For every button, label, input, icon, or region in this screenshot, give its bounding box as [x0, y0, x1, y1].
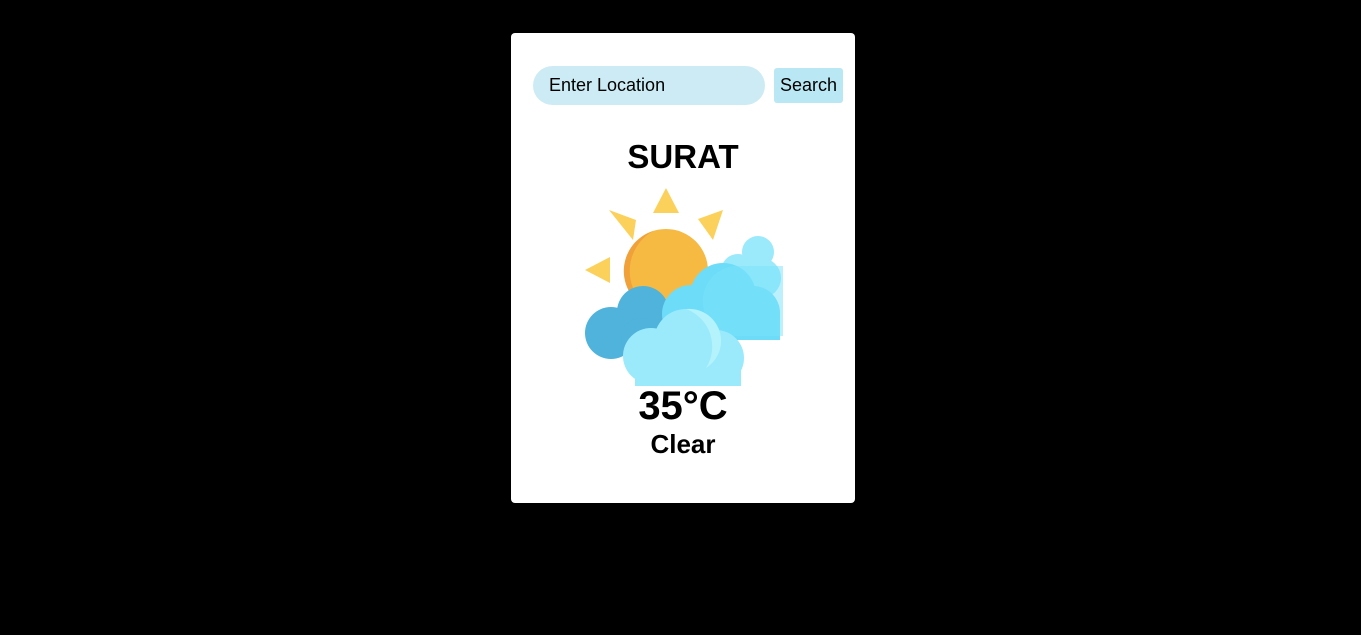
temperature: 35°C	[638, 384, 728, 428]
city-name: SURAT	[627, 138, 739, 175]
weather-card: Search SURAT 35°C Clear	[511, 33, 855, 503]
search-button[interactable]: Search	[774, 68, 843, 103]
weather-condition: Clear	[650, 429, 716, 459]
partly-cloudy-icon	[585, 188, 783, 386]
location-search-input[interactable]	[533, 66, 765, 105]
search-bar: Search	[533, 66, 843, 105]
